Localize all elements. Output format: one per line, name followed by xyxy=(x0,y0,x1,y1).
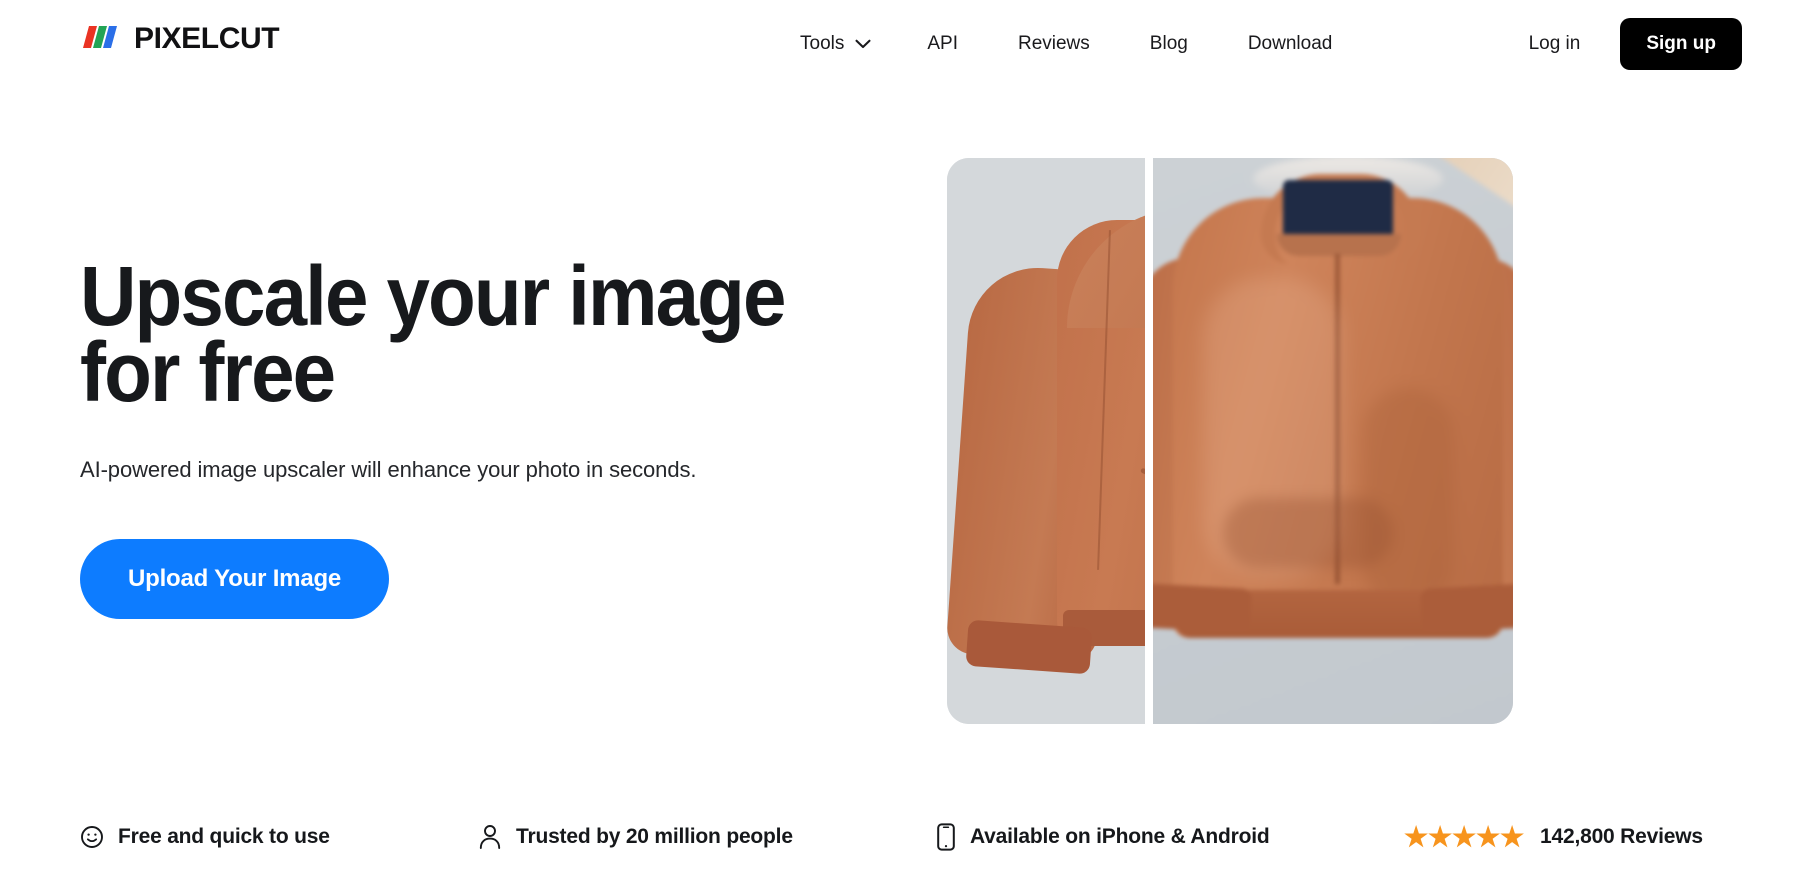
upload-your-image-button[interactable]: Upload Your Image xyxy=(80,539,390,619)
nav-item-api-label: API xyxy=(927,33,958,54)
nav-item-download-label: Download xyxy=(1247,33,1333,54)
login-link[interactable]: Log in xyxy=(1529,33,1581,55)
hero-subtitle: AI-powered image upscaler will enhance y… xyxy=(80,457,697,482)
jacket-original-artwork xyxy=(947,158,1145,724)
jacket-upscaled-artwork xyxy=(1153,158,1513,724)
star-rating-icon: ★★★★★ xyxy=(1404,821,1525,852)
trust-item-reviews: ★★★★★ 142,800 Reviews xyxy=(1404,821,1703,852)
main-navigation: Tools API Reviews Blog Download xyxy=(800,0,1332,88)
before-pane xyxy=(947,158,1145,724)
comparison-divider xyxy=(1145,158,1153,724)
before-after-comparison-image[interactable] xyxy=(947,158,1513,724)
nav-item-blog[interactable]: Blog xyxy=(1150,33,1188,55)
after-pane xyxy=(1153,158,1513,724)
hero-copy: Upscale your image for free AI-powered i… xyxy=(80,249,880,619)
brand-name: PIXELCUT xyxy=(134,22,280,55)
trust-item-free-and-quick: Free and quick to use xyxy=(80,825,330,849)
auth-actions: Log in Sign up xyxy=(1529,0,1742,88)
trust-bar: Free and quick to use Trusted by 20 mill… xyxy=(0,780,1800,894)
trust-item-available-on-mobile-label: Available on iPhone & Android xyxy=(970,825,1270,848)
nav-item-tools-label: Tools xyxy=(800,33,845,54)
person-icon xyxy=(478,824,502,850)
nav-item-reviews[interactable]: Reviews xyxy=(1018,33,1090,55)
pixelcut-slashes-logo-icon xyxy=(80,24,120,55)
trust-item-free-and-quick-label: Free and quick to use xyxy=(118,825,330,848)
nav-item-reviews-label: Reviews xyxy=(1017,33,1090,54)
nav-item-blog-label: Blog xyxy=(1149,33,1188,54)
site-header: PIXELCUT Tools API Reviews Blog Download… xyxy=(0,0,1800,88)
trust-item-trusted-by-label: Trusted by 20 million people xyxy=(516,825,793,848)
chevron-down-icon xyxy=(855,39,871,49)
nav-item-api[interactable]: API xyxy=(927,33,958,55)
nav-item-download[interactable]: Download xyxy=(1248,33,1333,55)
signup-button[interactable]: Sign up xyxy=(1620,18,1742,70)
trust-item-trusted-by: Trusted by 20 million people xyxy=(478,824,793,850)
trust-item-reviews-label: 142,800 Reviews xyxy=(1540,825,1703,848)
smiley-face-icon xyxy=(80,825,104,849)
landing-page: PIXELCUT Tools API Reviews Blog Download… xyxy=(0,0,1800,894)
page-title: Upscale your image for free xyxy=(80,249,786,419)
trust-item-available-on-mobile: Available on iPhone & Android xyxy=(936,823,1270,851)
nav-item-tools[interactable]: Tools xyxy=(800,33,871,55)
mobile-phone-icon xyxy=(936,823,956,851)
brand-logo[interactable]: PIXELCUT xyxy=(80,22,280,56)
